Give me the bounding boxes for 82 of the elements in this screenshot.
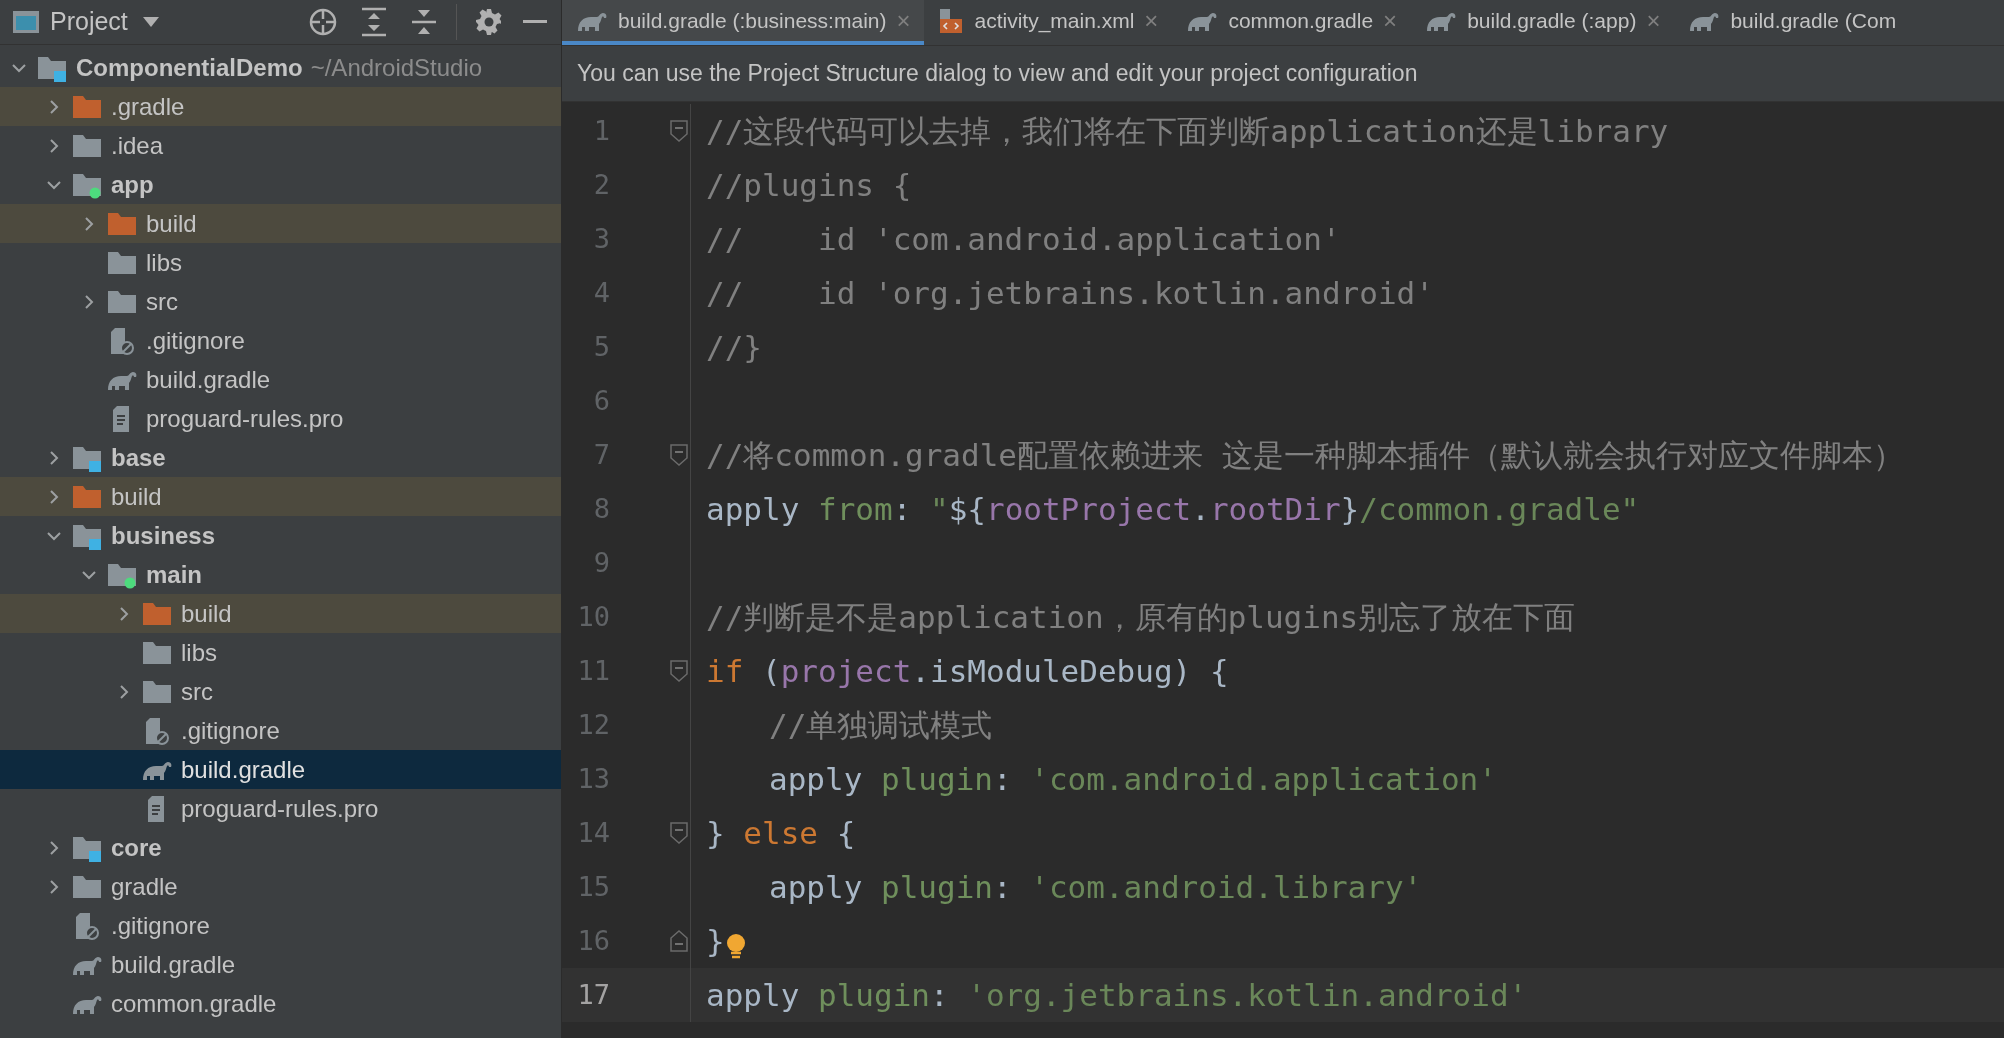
code-line: apply from: "${rootProject.rootDir}/common.gradle" xyxy=(706,489,1640,529)
line-number: 3 xyxy=(592,221,610,256)
tree-item[interactable]: common.gradle xyxy=(0,984,561,1023)
line-number: 10 xyxy=(576,599,610,634)
code-line: //判断是不是application，原有的plugins别忘了放在下面 xyxy=(706,597,1576,637)
ignored-file-icon xyxy=(109,325,135,356)
line-number: 16 xyxy=(576,923,610,958)
line-number: 6 xyxy=(592,383,610,418)
tree-item[interactable]: app xyxy=(0,165,561,204)
code-line: apply plugin: 'com.android.application' xyxy=(768,759,1497,799)
tree-item[interactable]: build.gradle xyxy=(0,945,561,984)
editor-tab[interactable]: build.gradle (Com xyxy=(1674,0,1911,45)
code-line: //将common.gradle配置依赖进来 这是一种脚本插件（默认就会执行对应文件脚本） xyxy=(706,435,1904,475)
project-path: ~/AndroidStudio xyxy=(310,52,483,83)
editor-tab[interactable]: build.gradle (:business:main) × xyxy=(562,0,925,45)
editor-tab[interactable]: build.gradle (:app) × xyxy=(1411,0,1675,45)
code-line: apply plugin: 'com.android.library' xyxy=(768,867,1423,907)
tree-item[interactable]: core xyxy=(0,828,561,867)
line-number: 1 xyxy=(592,113,610,148)
editor-tab[interactable]: common.gradle × xyxy=(1172,0,1412,45)
line-number: 8 xyxy=(592,491,610,526)
tree-item[interactable]: libs xyxy=(0,633,561,672)
tree-item[interactable]: build.gradle xyxy=(0,750,561,789)
code-line: } else { xyxy=(706,813,856,853)
xml-file-icon xyxy=(938,6,965,35)
line-number: 12 xyxy=(576,707,610,742)
line-number: 14 xyxy=(576,815,610,850)
dropdown-caret-icon[interactable] xyxy=(141,16,160,28)
code-line: //plugins { xyxy=(706,165,912,205)
tree-item[interactable]: ComponentialDemo ~/AndroidStudio xyxy=(0,48,561,87)
line-number: 11 xyxy=(576,653,610,688)
code-line: } xyxy=(706,921,725,961)
tree-item[interactable]: .gitignore xyxy=(0,711,561,750)
lightbulb-icon[interactable] xyxy=(724,933,747,961)
tree-item[interactable]: build.gradle xyxy=(0,360,561,399)
code-line: if (project.isModuleDebug) { xyxy=(706,651,1229,691)
ignored-file-icon xyxy=(74,910,100,941)
line-number: 5 xyxy=(592,329,610,364)
line-number: 4 xyxy=(592,275,610,310)
tree-item[interactable]: build xyxy=(0,594,561,633)
line-number: 2 xyxy=(592,167,610,202)
tree-item[interactable]: business xyxy=(0,516,561,555)
fold-icon[interactable] xyxy=(670,930,688,952)
code-line: //} xyxy=(706,327,762,367)
tree-item[interactable]: main xyxy=(0,555,561,594)
code-line: apply plugin: 'org.jetbrains.kotlin.android' xyxy=(706,975,1528,1015)
line-number: 9 xyxy=(592,545,610,580)
tree-item[interactable]: .gitignore xyxy=(0,906,561,945)
minimize-icon[interactable] xyxy=(523,19,547,25)
fold-icon[interactable] xyxy=(670,444,688,466)
code-line: // id 'com.android.application' xyxy=(706,219,1341,259)
tree-item[interactable]: src xyxy=(0,282,561,321)
info-banner: You can use the Project Structure dialog to view and edit your project configuration xyxy=(562,46,2004,102)
fold-icon[interactable] xyxy=(670,660,688,682)
tree-item[interactable]: .gitignore xyxy=(0,321,561,360)
tree-item[interactable]: .idea xyxy=(0,126,561,165)
line-number: 17 xyxy=(576,977,610,1012)
tree-item[interactable]: .gradle xyxy=(0,87,561,126)
line-number: 13 xyxy=(576,761,610,796)
line-number: 7 xyxy=(592,437,610,472)
tree-item[interactable]: gradle xyxy=(0,867,561,906)
expand-all-icon[interactable] xyxy=(360,7,388,37)
tree-item[interactable]: src xyxy=(0,672,561,711)
tree-item[interactable]: base xyxy=(0,438,561,477)
tree-item[interactable]: proguard-rules.pro xyxy=(0,789,561,828)
tree-item[interactable]: libs xyxy=(0,243,561,282)
fold-icon[interactable] xyxy=(670,822,688,844)
collapse-all-icon[interactable] xyxy=(410,7,438,37)
panel-icon xyxy=(12,10,40,34)
locate-icon[interactable] xyxy=(308,7,338,37)
panel-title[interactable]: Project xyxy=(50,3,128,41)
editor-tab[interactable]: activity_main.xml × xyxy=(924,0,1173,45)
tree-item[interactable]: proguard-rules.pro xyxy=(0,399,561,438)
code-line: //这段代码可以去掉，我们将在下面判断application还是library xyxy=(706,111,1669,151)
line-number: 15 xyxy=(576,869,610,904)
tree-item[interactable]: build xyxy=(0,204,561,243)
fold-icon[interactable] xyxy=(670,120,688,142)
code-line: // id 'org.jetbrains.kotlin.android' xyxy=(706,273,1434,313)
settings-icon[interactable] xyxy=(475,8,503,36)
code-line: //单独调试模式 xyxy=(768,705,993,745)
tree-item[interactable]: build xyxy=(0,477,561,516)
ignored-file-icon xyxy=(144,715,170,746)
